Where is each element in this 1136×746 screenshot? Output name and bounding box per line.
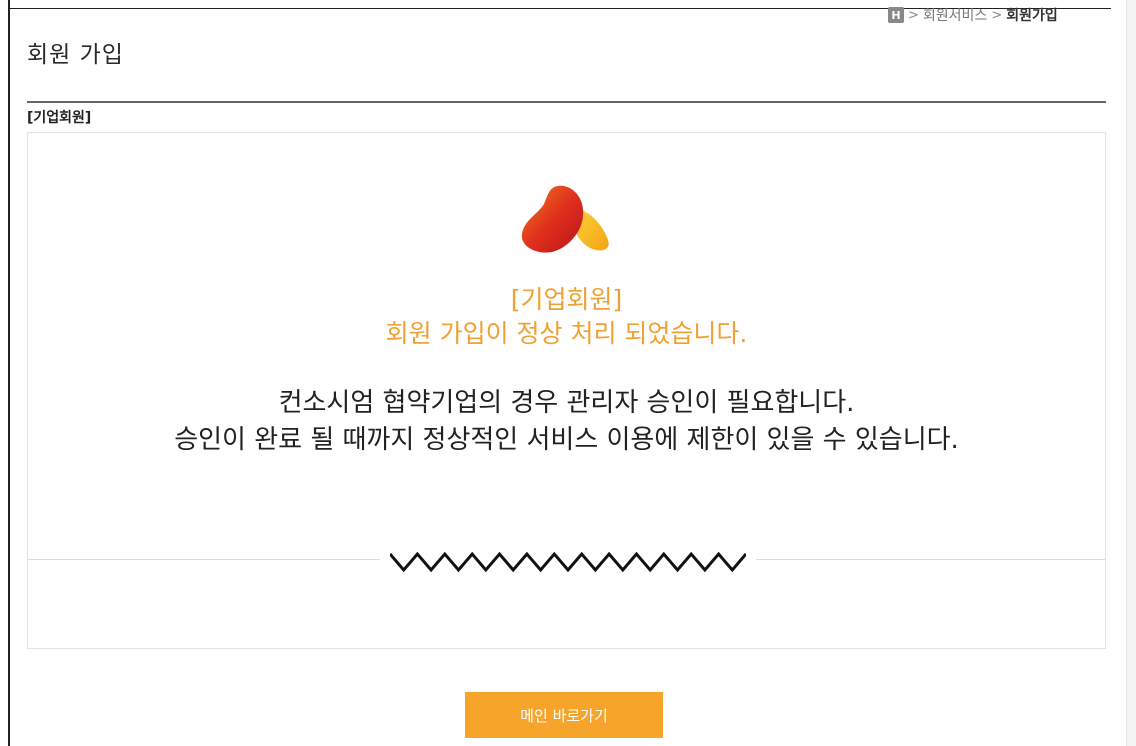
- home-icon[interactable]: H: [888, 7, 904, 23]
- section-label: [기업회원]: [27, 110, 92, 126]
- brand-logo-icon: [521, 185, 609, 253]
- title-divider: [27, 101, 1106, 103]
- scrollbar-track[interactable]: [1126, 0, 1136, 746]
- frame-left-border: [8, 0, 10, 746]
- member-type-message: [기업회원]: [510, 285, 623, 314]
- approval-required-message: 컨소시엄 협약기업의 경우 관리자 승인이 필요합니다.: [278, 388, 855, 418]
- service-restriction-message: 승인이 완료 될 때까지 정상적인 서비스 이용에 제한이 있을 수 있습니다.: [174, 425, 959, 455]
- page-title: 회원 가입: [27, 42, 124, 68]
- go-to-main-button[interactable]: 메인 바로가기: [465, 692, 663, 738]
- zigzag-divider-icon: [390, 551, 746, 573]
- breadcrumb-separator: >: [991, 7, 1003, 23]
- breadcrumb-item-signup: 회원가입: [1006, 8, 1058, 24]
- logo-red-shape: [521, 185, 584, 253]
- breadcrumb: H > 회원서비스 > 회원가입: [888, 4, 1058, 26]
- breadcrumb-separator: >: [908, 7, 919, 23]
- breadcrumb-item-member-service[interactable]: 회원서비스: [923, 5, 987, 25]
- signup-success-message: 회원 가입이 정상 처리 되었습니다.: [385, 319, 748, 348]
